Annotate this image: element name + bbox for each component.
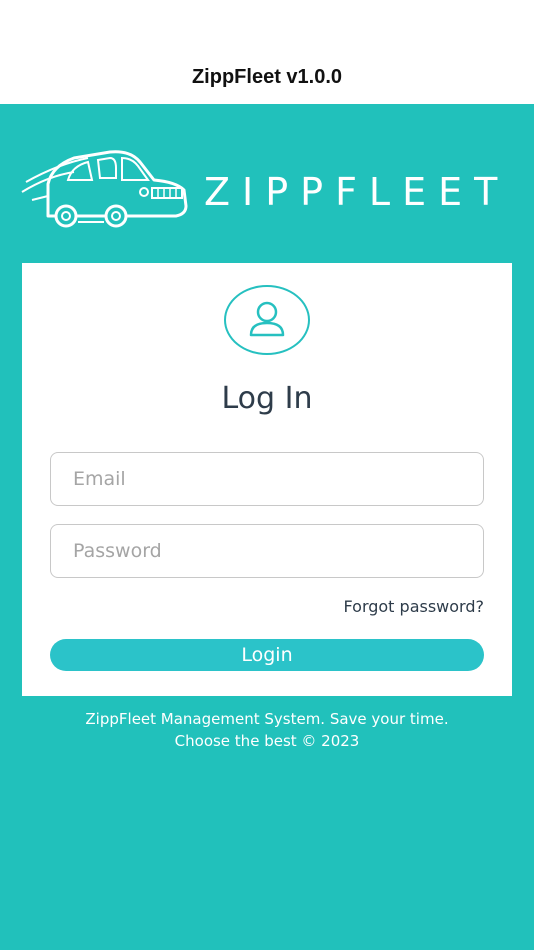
footer-line-1: ZippFleet Management System. Save your t… <box>85 710 449 728</box>
footer-line-2: Choose the best © 2023 <box>174 732 360 750</box>
footer: ZippFleet Management System. Save your t… <box>0 708 534 752</box>
brand-logo: ZIPPFLEET <box>18 144 518 232</box>
logo-wordmark: ZIPPFLEET <box>204 170 510 214</box>
forgot-password-link[interactable]: Forgot password? <box>344 597 484 616</box>
van-icon <box>21 150 188 228</box>
login-title: Log In <box>221 381 313 416</box>
top-bar: ZippFleet v1.0.0 <box>0 0 534 104</box>
login-card: Log In Forgot password? Login <box>22 263 512 696</box>
password-field[interactable] <box>50 524 484 578</box>
login-button[interactable]: Login <box>50 639 484 671</box>
user-icon <box>249 301 285 337</box>
app-title: ZippFleet v1.0.0 <box>191 66 343 88</box>
email-field[interactable] <box>50 452 484 506</box>
